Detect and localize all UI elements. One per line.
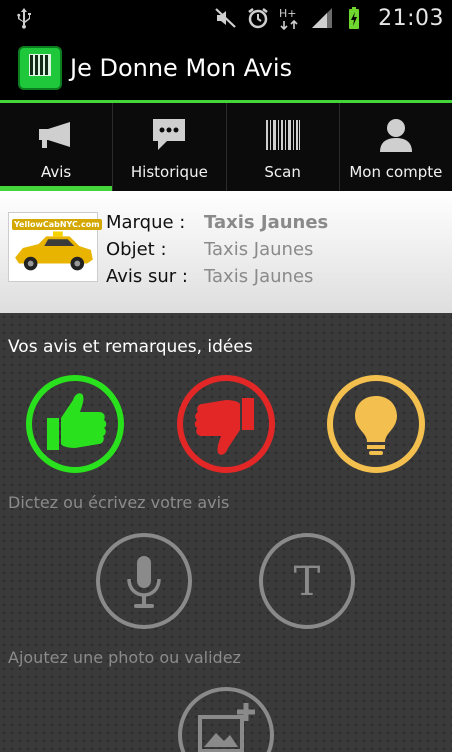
add-photo-icon <box>178 687 274 752</box>
battery-charging-icon <box>349 7 360 29</box>
clock: 21:03 <box>378 5 444 31</box>
alarm-icon <box>248 8 268 29</box>
chat-bubble-icon <box>153 119 186 150</box>
action-bar: Je Donne Mon Avis <box>0 36 452 100</box>
text-icon: T <box>259 533 355 629</box>
info-row-avis-sur: Avis sur : Taxis Jaunes <box>106 263 328 290</box>
signal-icon <box>312 8 333 28</box>
microphone-icon <box>96 533 192 629</box>
svg-text:T: T <box>294 559 321 605</box>
add-photo-button[interactable] <box>176 685 276 752</box>
tab-scan[interactable]: Scan <box>227 103 340 191</box>
write-text-button[interactable]: T <box>257 531 357 631</box>
idea-button[interactable] <box>326 374 426 474</box>
feedback-title: Vos avis et remarques, idées <box>8 337 253 357</box>
megaphone-icon <box>39 122 71 148</box>
network-type-icon: H+ <box>279 7 298 30</box>
usb-icon <box>12 6 36 30</box>
tab-label: Avis <box>41 163 72 181</box>
barcode-icon <box>265 120 300 150</box>
tab-historique[interactable]: Historique <box>113 103 227 191</box>
info-value: Taxis Jaunes <box>204 239 314 260</box>
thumbs-down-icon <box>177 375 275 473</box>
info-key: Avis sur : <box>106 266 188 287</box>
tab-label: Mon compte <box>349 163 443 181</box>
info-value: Taxis Jaunes <box>204 212 329 233</box>
tab-mon-compte[interactable]: Mon compte <box>340 103 452 191</box>
status-bar: H+ 21:03 <box>0 0 452 36</box>
app-title: Je Donne Mon Avis <box>70 54 293 82</box>
svg-text:H+: H+ <box>279 7 297 20</box>
app-logo-qr-icon <box>18 46 62 90</box>
taxi-image: YellowCabNYC.com <box>8 212 102 282</box>
dictate-button[interactable] <box>94 531 194 631</box>
thumbs-up-icon <box>26 375 124 473</box>
info-key: Objet : <box>106 239 167 260</box>
mute-icon <box>215 8 236 28</box>
dictate-label: Dictez ou écrivez votre avis <box>8 493 230 512</box>
user-icon <box>379 119 412 152</box>
thumbs-up-button[interactable] <box>25 374 125 474</box>
info-value: Taxis Jaunes <box>204 266 314 287</box>
tab-label: Scan <box>264 163 301 181</box>
tab-label: Historique <box>130 163 208 181</box>
tab-bar: Avis Historique Scan Mon compte <box>0 103 452 191</box>
feedback-area: Vos avis et remarques, idées Dictez ou é… <box>0 313 452 752</box>
info-key: Marque : <box>106 212 186 233</box>
info-row-marque: Marque : Taxis Jaunes <box>106 209 328 236</box>
info-row-objet: Objet : Taxis Jaunes <box>106 236 328 263</box>
product-card: YellowCabNYC.com Marque : Taxis Jaunes O… <box>0 191 452 313</box>
lightbulb-icon <box>327 375 425 473</box>
tab-avis[interactable]: Avis <box>0 103 114 191</box>
photo-label: Ajoutez une photo ou validez <box>8 648 241 667</box>
thumbs-down-button[interactable] <box>176 374 276 474</box>
